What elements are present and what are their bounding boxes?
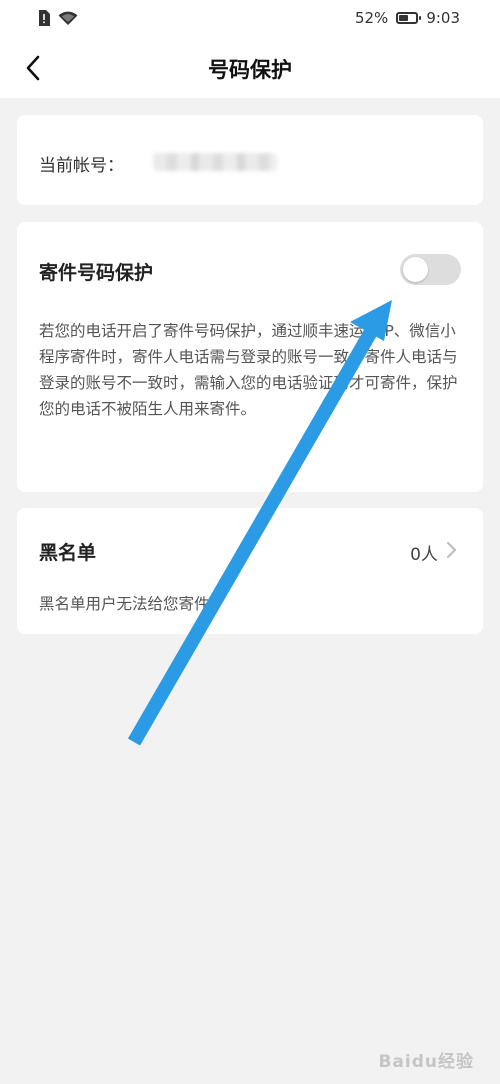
blacklist-card[interactable]: 黑名单 0人 黑名单用户无法给您寄件。 [17,508,483,634]
chevron-right-icon [447,542,456,558]
battery-icon [396,12,422,24]
blacklist-count: 0人 [410,545,438,565]
blacklist-title: 黑名单 [39,542,97,564]
watermark: Baidu经验 [378,1052,474,1072]
protection-toggle[interactable] [400,254,461,285]
sim-alert-icon [39,10,50,26]
wifi-icon [58,11,78,25]
blacklist-description: 黑名单用户无法给您寄件。 [39,595,226,613]
account-value-blurred [153,153,277,171]
battery-fill [399,15,408,21]
toggle-knob [403,257,428,282]
status-bar: 52% 9:03 [0,0,500,38]
nav-bar: 号码保护 [0,38,500,98]
protection-description: 若您的电话开启了寄件号码保护，通过顺丰速运APP、微信小程序寄件时，寄件人电话需… [39,322,458,418]
status-right: 52% 9:03 [355,9,460,27]
account-card: 当前帐号： [17,115,483,205]
battery-percent: 52% [354,9,389,27]
account-label: 当前帐号： [39,156,124,176]
number-protection-card: 寄件号码保护 若您的电话开启了寄件号码保护，通过顺丰速运APP、微信小程序寄件时… [17,222,483,492]
protection-title: 寄件号码保护 [39,262,154,284]
page-title: 号码保护 [208,58,292,82]
status-left [38,10,78,26]
clock: 9:03 [426,9,460,27]
